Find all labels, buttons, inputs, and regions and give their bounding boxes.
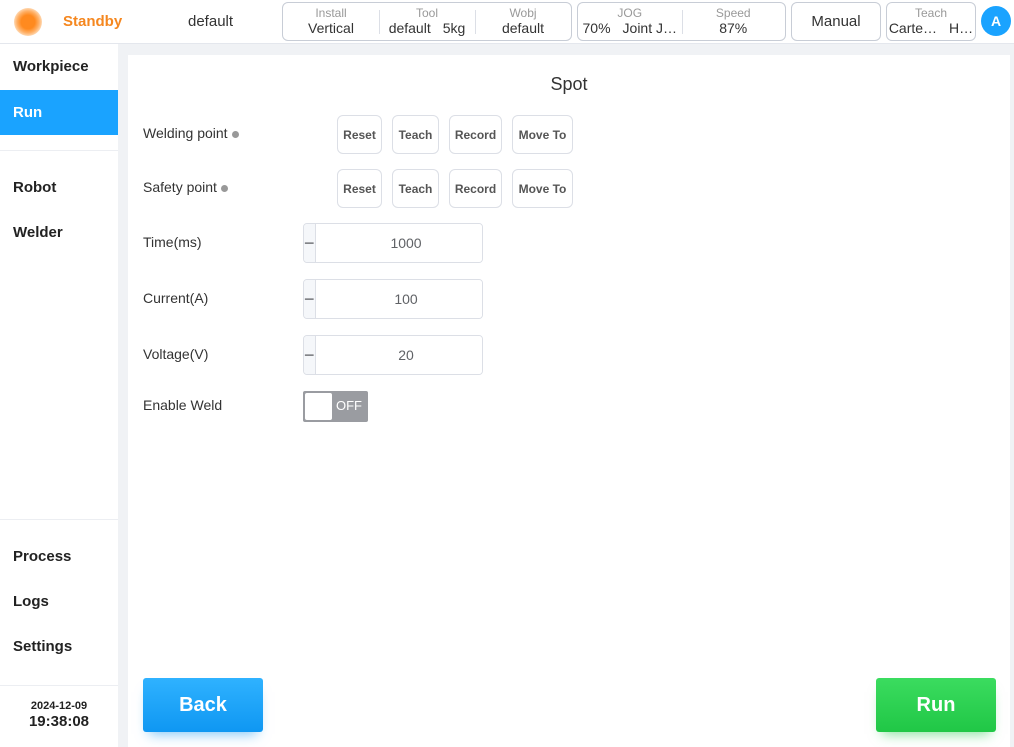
speed-value: 87% bbox=[719, 19, 748, 36]
jog-value: 70% Joint J… bbox=[583, 20, 678, 37]
welding-point-teach-button[interactable]: Teach bbox=[392, 115, 439, 154]
clock: 2024-12-09 19:38:08 bbox=[0, 700, 118, 730]
jog-percent: 70% bbox=[582, 19, 611, 36]
sidebar-item-logs[interactable]: Logs bbox=[0, 579, 118, 624]
sidebar-divider bbox=[0, 519, 118, 520]
time-stepper: − + bbox=[303, 223, 483, 263]
current-label: Current(A) bbox=[143, 290, 209, 306]
enable-weld-label: Enable Weld bbox=[143, 397, 223, 413]
safety-point-status-dot-icon bbox=[220, 184, 228, 192]
toggle-knob bbox=[305, 393, 332, 420]
enable-weld-toggle[interactable]: OFF bbox=[303, 391, 368, 422]
wobj-label: Wobj bbox=[509, 5, 537, 20]
current-input[interactable] bbox=[315, 280, 482, 318]
install-value: Vertical bbox=[308, 19, 354, 36]
teach-label: Teach bbox=[914, 5, 948, 20]
teach-extra: H… bbox=[949, 19, 974, 36]
voltage-input[interactable] bbox=[315, 336, 482, 374]
jog-speed-panel[interactable]: JOG 70% Joint J… Speed 87% bbox=[577, 2, 786, 41]
welding-point-label: Welding point bbox=[143, 125, 239, 141]
safety-point-teach-button[interactable]: Teach bbox=[392, 169, 439, 208]
teach-cell[interactable]: Teach Carte… H… bbox=[887, 3, 975, 40]
welding-point-move-to-button[interactable]: Move To bbox=[512, 115, 573, 154]
jog-mode: Joint J… bbox=[622, 19, 677, 36]
install-label: Install bbox=[315, 5, 347, 20]
teach-panel[interactable]: Teach Carte… H… bbox=[886, 2, 976, 41]
speed-label: Speed bbox=[715, 5, 751, 20]
sidebar-item-run[interactable]: Run bbox=[0, 90, 118, 135]
tool-payload: 5kg bbox=[442, 19, 466, 36]
robot-status: Standby bbox=[63, 13, 123, 30]
welding-point-record-button[interactable]: Record bbox=[449, 115, 502, 154]
sidebar-item-welder[interactable]: Welder bbox=[0, 210, 118, 255]
voltage-stepper: − + bbox=[303, 335, 483, 375]
toggle-state: OFF bbox=[336, 398, 362, 413]
voltage-label: Voltage(V) bbox=[143, 346, 209, 362]
clock-time: 19:38:08 bbox=[28, 713, 90, 730]
tool-cell[interactable]: Tool default 5kg bbox=[379, 3, 475, 40]
status-indicator-icon bbox=[14, 8, 42, 36]
welding-point-status-dot-icon bbox=[231, 130, 239, 138]
install-tool-wobj-panel[interactable]: Install Vertical Tool default 5kg Wobj de… bbox=[282, 2, 572, 41]
time-label: Time(ms) bbox=[143, 234, 202, 250]
jog-label: JOG bbox=[617, 5, 643, 20]
program-name[interactable]: default bbox=[188, 13, 233, 30]
sidebar-item-settings[interactable]: Settings bbox=[0, 624, 118, 669]
safety-point-label: Safety point bbox=[143, 179, 228, 195]
time-input[interactable] bbox=[315, 224, 482, 262]
safety-point-text: Safety point bbox=[143, 179, 217, 195]
safety-point-record-button[interactable]: Record bbox=[449, 169, 502, 208]
sidebar-item-workpiece[interactable]: Workpiece bbox=[0, 44, 118, 89]
sidebar: Workpiece Run Robot Welder Process Logs … bbox=[0, 44, 118, 747]
safety-point-move-to-button[interactable]: Move To bbox=[512, 169, 573, 208]
tool-label: Tool bbox=[415, 5, 438, 20]
spot-panel: Spot Welding point Reset Teach Record Mo… bbox=[128, 55, 1010, 747]
welding-point-text: Welding point bbox=[143, 125, 228, 141]
mode-button[interactable]: Manual bbox=[791, 2, 881, 41]
teach-frame: Carte… bbox=[888, 19, 938, 36]
run-button[interactable]: Run bbox=[876, 678, 996, 732]
time-decrement-button[interactable]: − bbox=[304, 224, 316, 262]
safety-point-reset-button[interactable]: Reset bbox=[337, 169, 382, 208]
sidebar-item-process[interactable]: Process bbox=[0, 534, 118, 579]
teach-value: Carte… H… bbox=[889, 20, 973, 37]
current-stepper: − + bbox=[303, 279, 483, 319]
speed-cell[interactable]: Speed 87% bbox=[681, 3, 786, 40]
tool-name: default bbox=[388, 19, 431, 36]
voltage-decrement-button[interactable]: − bbox=[304, 336, 316, 374]
top-bar: Standby default Install Vertical Tool de… bbox=[0, 0, 1014, 44]
current-decrement-button[interactable]: − bbox=[304, 280, 316, 318]
page-title: Spot bbox=[550, 74, 588, 94]
back-button[interactable]: Back bbox=[143, 678, 263, 732]
sidebar-divider bbox=[0, 685, 118, 686]
jog-cell[interactable]: JOG 70% Joint J… bbox=[578, 3, 682, 40]
welding-point-reset-button[interactable]: Reset bbox=[337, 115, 382, 154]
sidebar-divider bbox=[0, 150, 118, 151]
install-cell[interactable]: Install Vertical bbox=[283, 3, 379, 40]
sidebar-item-robot[interactable]: Robot bbox=[0, 165, 118, 210]
wobj-cell[interactable]: Wobj default bbox=[475, 3, 571, 40]
user-avatar[interactable]: A bbox=[981, 6, 1011, 36]
clock-date: 2024-12-09 bbox=[30, 700, 88, 712]
tool-value: default 5kg bbox=[389, 20, 466, 37]
wobj-value: default bbox=[501, 19, 545, 36]
